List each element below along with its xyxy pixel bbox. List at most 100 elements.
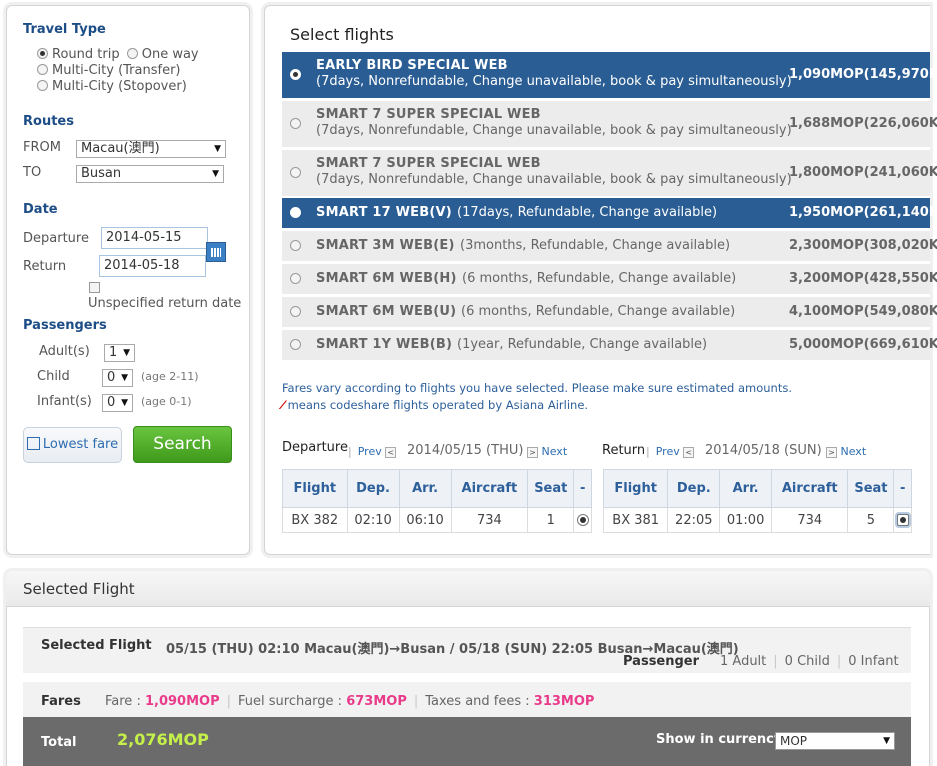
calendar-icon[interactable] xyxy=(206,242,226,262)
fare-radio[interactable] xyxy=(290,117,301,132)
chevron-down-icon: ▼ xyxy=(214,144,221,154)
return-prev-link[interactable]: | Prev < xyxy=(646,445,695,458)
fare-option[interactable]: SMART 17 WEB(V) (17days, Refundable, Chan… xyxy=(282,198,937,228)
fare-name: SMART 6M WEB(U) xyxy=(316,304,457,319)
from-label: FROM xyxy=(23,140,61,155)
unspecified-return-label: Unspecified return date xyxy=(88,296,242,311)
return-next-link[interactable]: > Next xyxy=(826,445,866,458)
fare-name: SMART 1Y WEB(B) xyxy=(316,337,453,352)
fare-calendar-icon xyxy=(26,437,40,450)
fare-radio[interactable] xyxy=(290,305,301,320)
departure-date-input[interactable]: 2014-05-15 xyxy=(101,227,208,249)
flight-select-cell[interactable] xyxy=(893,507,912,533)
column-header: - xyxy=(573,469,592,508)
currency-select[interactable]: MOP ▼ xyxy=(775,732,895,750)
table-row[interactable]: BX 382 02:10 06:10 734 1 xyxy=(282,507,592,533)
flight-select-radio[interactable] xyxy=(576,513,589,526)
table-row[interactable]: BX 381 22:05 01:00 734 5 xyxy=(602,507,912,533)
unspecified-return-checkbox[interactable] xyxy=(89,282,100,293)
codeshare-note: ⁄ means codeshare flights operated by As… xyxy=(282,398,589,412)
selected-flight-header xyxy=(6,571,930,607)
table-cell: 06:10 xyxy=(398,507,452,533)
search-button[interactable]: Search xyxy=(133,426,232,463)
fare-description: (7days, Nonrefundable, Change unavailabl… xyxy=(316,123,792,138)
fare-option[interactable]: EARLY BIRD SPECIAL WEB (7days, Nonrefunda… xyxy=(282,52,937,98)
selected-flight-label: Selected Flight xyxy=(41,638,152,653)
flight-select-radio[interactable] xyxy=(896,513,909,526)
flight-select-cell[interactable] xyxy=(573,507,592,533)
fare-radio[interactable] xyxy=(290,338,301,353)
child-label: Child xyxy=(37,369,70,384)
lowest-fare-button[interactable]: Lowest fare xyxy=(23,427,122,463)
departure-prev-link[interactable]: | Prev < xyxy=(348,445,397,458)
fare-radio[interactable] xyxy=(290,166,301,181)
from-select[interactable]: Macau(澳門) ▼ xyxy=(76,140,226,158)
chevron-down-icon: ▼ xyxy=(212,169,219,179)
fare-radio[interactable] xyxy=(290,206,301,221)
column-header: - xyxy=(893,469,912,508)
passenger-label: Passenger xyxy=(623,654,700,669)
return-direction-label: Return xyxy=(602,443,646,458)
return-date-input[interactable]: 2014-05-18 xyxy=(99,255,206,277)
column-header: Dep. xyxy=(667,469,721,508)
one-way-option[interactable]: One way xyxy=(126,47,199,62)
fare-name: SMART 7 SUPER SPECIAL WEB xyxy=(316,107,541,122)
child-age-hint: (age 2-11) xyxy=(141,370,199,383)
travel-type-options: Round trip One way xyxy=(37,47,199,62)
table-cell: BX 381 xyxy=(602,507,669,533)
selected-flight-title: Selected Flight xyxy=(23,580,135,598)
passengers-title: Passengers xyxy=(23,318,107,333)
fare-name: EARLY BIRD SPECIAL WEB xyxy=(316,58,508,73)
fare-name: SMART 7 SUPER SPECIAL WEB xyxy=(316,156,541,171)
child-select[interactable]: 0 ▼ xyxy=(102,369,133,387)
one-way-radio[interactable] xyxy=(126,48,138,59)
fare-description: (17days, Refundable, Change available) xyxy=(457,205,718,220)
column-header: Flight xyxy=(282,469,348,508)
infant-label: Infant(s) xyxy=(37,394,92,409)
passenger-counts: 1 Adult | 0 Child | 0 Infant xyxy=(720,654,899,669)
fares-details: Fare : 1,090MOP | Fuel surcharge : 673MOP |… xyxy=(105,694,595,709)
chevron-right-icon: > xyxy=(826,447,837,458)
fare-radio[interactable] xyxy=(290,68,301,83)
column-header: Arr. xyxy=(398,469,452,508)
multi-city-transfer-radio[interactable] xyxy=(37,64,48,75)
column-header: Arr. xyxy=(719,469,773,508)
multi-city-transfer-option[interactable]: Multi-City (Transfer) xyxy=(37,63,181,78)
round-trip-radio[interactable] xyxy=(37,48,48,59)
fare-price: 1,800MOP(241,060KRW) xyxy=(789,165,937,180)
select-flights-title: Select flights xyxy=(290,25,394,44)
return-flight-table: Flight Dep. Arr. Aircraft Seat - BX 381 22:05 0… xyxy=(602,469,912,533)
fare-description: (6 months, Refundable, Change available) xyxy=(462,271,737,286)
fare-radio[interactable] xyxy=(290,272,301,287)
date-title: Date xyxy=(23,202,58,217)
fare-option[interactable]: SMART 7 SUPER SPECIAL WEB (7days, Nonrefu… xyxy=(282,101,937,147)
multi-city-stopover-option[interactable]: Multi-City (Stopover) xyxy=(37,79,187,94)
chevron-down-icon: ▼ xyxy=(883,736,890,746)
total-value: 2,076MOP xyxy=(117,730,209,749)
to-label: TO xyxy=(23,165,42,180)
infant-select[interactable]: 0 ▼ xyxy=(102,394,133,412)
fare-radio[interactable] xyxy=(290,239,301,254)
to-select[interactable]: Busan ▼ xyxy=(76,165,224,183)
fuel-value: 673MOP xyxy=(346,694,407,709)
departure-next-link[interactable]: > Next xyxy=(527,445,567,458)
round-trip-option[interactable]: Round trip xyxy=(37,47,120,62)
fare-option[interactable]: SMART 3M WEB(E) (3months, Refundable, Cha… xyxy=(282,231,937,261)
fare-price: 3,200MOP(428,550KRW) xyxy=(789,271,937,286)
fare-note: Fares vary according to flights you have… xyxy=(282,381,793,395)
fare-price: 4,100MOP(549,080KRW) xyxy=(789,304,937,319)
fare-description: (7days, Nonrefundable, Change unavailabl… xyxy=(316,74,792,89)
column-header: Seat xyxy=(847,469,895,508)
multi-city-stopover-radio[interactable] xyxy=(37,80,48,91)
fare-option[interactable]: SMART 1Y WEB(B) (1year, Refundable, Chang… xyxy=(282,330,937,360)
table-cell: 01:00 xyxy=(719,507,773,533)
adult-select[interactable]: 1 ▼ xyxy=(104,344,135,362)
fare-option[interactable]: SMART 6M WEB(H) (6 months, Refundable, Ch… xyxy=(282,264,937,294)
chevron-down-icon: ▼ xyxy=(121,373,128,383)
fare-option[interactable]: SMART 6M WEB(U) (6 months, Refundable, Ch… xyxy=(282,297,937,327)
table-cell: 02:10 xyxy=(346,507,400,533)
fare-option[interactable]: SMART 7 SUPER SPECIAL WEB (7days, Nonrefu… xyxy=(282,150,937,196)
column-header: Seat xyxy=(527,469,575,508)
fare-name: SMART 6M WEB(H) xyxy=(316,271,457,286)
adult-label: Adult(s) xyxy=(39,344,90,359)
